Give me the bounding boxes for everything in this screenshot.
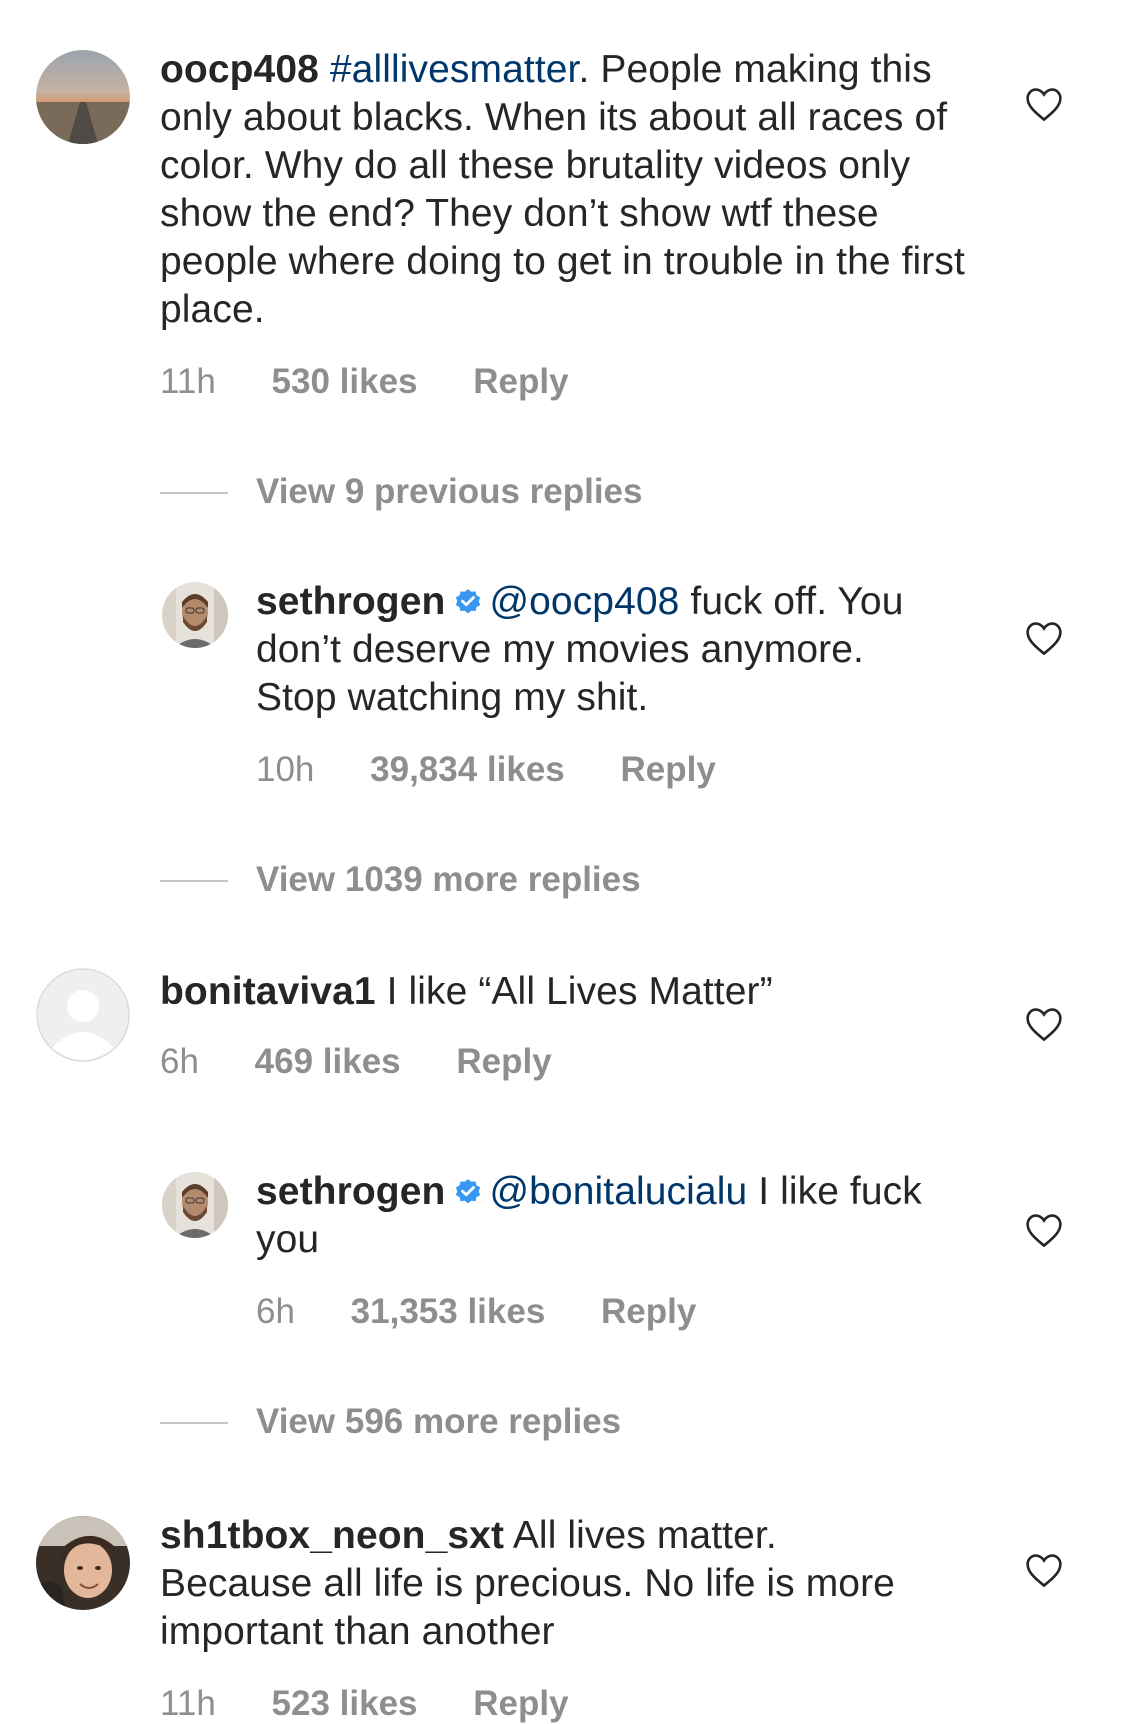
reply-button[interactable]: Reply: [601, 1292, 696, 1331]
reply-button[interactable]: Reply: [473, 1684, 568, 1723]
avatar[interactable]: [162, 582, 228, 648]
comment-bonitaviva1: bonitaviva1 I like “All Lives Matter” 6h…: [0, 950, 1124, 1120]
likes-count[interactable]: 39,834 likes: [370, 750, 565, 789]
reply-button[interactable]: Reply: [456, 1042, 551, 1081]
avatar[interactable]: [36, 50, 130, 144]
heart-icon[interactable]: [1024, 1552, 1064, 1588]
comment-sh1tbox-neon-sxt: sh1tbox_neon_sxt All lives matter. Becau…: [0, 1490, 1124, 1723]
comment-meta: 6h 469 likes Reply: [160, 1042, 552, 1082]
comment-meta: 10h 39,834 likes Reply: [256, 750, 716, 790]
username[interactable]: sh1tbox_neon_sxt: [160, 1514, 504, 1557]
username[interactable]: sethrogen: [256, 1170, 445, 1213]
mention-link[interactable]: @oocp408: [489, 580, 679, 623]
username[interactable]: sethrogen: [256, 580, 445, 623]
default-avatar: [36, 968, 130, 1062]
comment-body: I like “All Lives Matter”: [375, 970, 773, 1013]
avatar[interactable]: [36, 968, 130, 1062]
view-more-replies[interactable]: View 596 more replies: [160, 1402, 860, 1442]
heart-icon[interactable]: [1024, 620, 1064, 656]
hashtag-link[interactable]: #alllivesmatter: [330, 48, 579, 91]
timestamp: 10h: [256, 750, 315, 789]
timestamp: 11h: [160, 1684, 216, 1723]
verified-badge-icon: [456, 1179, 481, 1204]
landscape-avatar: [36, 50, 130, 144]
heart-icon[interactable]: [1024, 86, 1064, 122]
timestamp: 11h: [160, 362, 216, 401]
person-avatar: [162, 1172, 228, 1238]
comment-meta: 11h 523 likes Reply: [160, 1684, 569, 1724]
reply-button[interactable]: Reply: [621, 750, 716, 789]
likes-count[interactable]: 31,353 likes: [351, 1292, 546, 1331]
divider-line: [160, 492, 228, 494]
reply-sethrogen-2: sethrogen @bonitalucialu I like fuck you …: [0, 1150, 1124, 1350]
view-replies-label[interactable]: View 1039 more replies: [256, 860, 641, 900]
timestamp: 6h: [256, 1292, 295, 1331]
comment-meta: 6h 31,353 likes Reply: [256, 1292, 696, 1332]
username[interactable]: oocp408: [160, 48, 319, 91]
likes-count[interactable]: 469 likes: [255, 1042, 401, 1081]
comment-text: sethrogen @bonitalucialu I like fuck you: [256, 1168, 946, 1264]
person-avatar: [36, 1516, 130, 1610]
comment-text: sethrogen @oocp408 fuck off. You don’t de…: [256, 578, 946, 722]
reply-sethrogen-1: sethrogen @oocp408 fuck off. You don’t de…: [0, 560, 1124, 810]
comment-oocp408: oocp408 #alllivesmatter. People making t…: [0, 0, 1124, 420]
heart-icon[interactable]: [1024, 1212, 1064, 1248]
comment-text: bonitaviva1 I like “All Lives Matter”: [160, 968, 980, 1016]
verified-badge-icon: [456, 589, 481, 614]
view-replies-label[interactable]: View 596 more replies: [256, 1402, 621, 1442]
heart-icon[interactable]: [1024, 1006, 1064, 1042]
view-previous-replies[interactable]: View 9 previous replies: [160, 472, 860, 512]
comment-text: oocp408 #alllivesmatter. People making t…: [160, 46, 980, 334]
avatar[interactable]: [36, 1516, 130, 1610]
divider-line: [160, 880, 228, 882]
username[interactable]: bonitaviva1: [160, 970, 376, 1013]
comment-meta: 11h 530 likes Reply: [160, 362, 569, 402]
likes-count[interactable]: 523 likes: [272, 1684, 418, 1723]
person-avatar: [162, 582, 228, 648]
divider-line: [160, 1422, 228, 1424]
mention-link[interactable]: @bonitalucialu: [489, 1170, 747, 1213]
view-replies-label[interactable]: View 9 previous replies: [256, 472, 643, 512]
likes-count[interactable]: 530 likes: [272, 362, 418, 401]
view-more-replies[interactable]: View 1039 more replies: [160, 860, 860, 900]
avatar[interactable]: [162, 1172, 228, 1238]
comment-text: sh1tbox_neon_sxt All lives matter. Becau…: [160, 1512, 900, 1656]
timestamp: 6h: [160, 1042, 199, 1081]
reply-button[interactable]: Reply: [473, 362, 568, 401]
